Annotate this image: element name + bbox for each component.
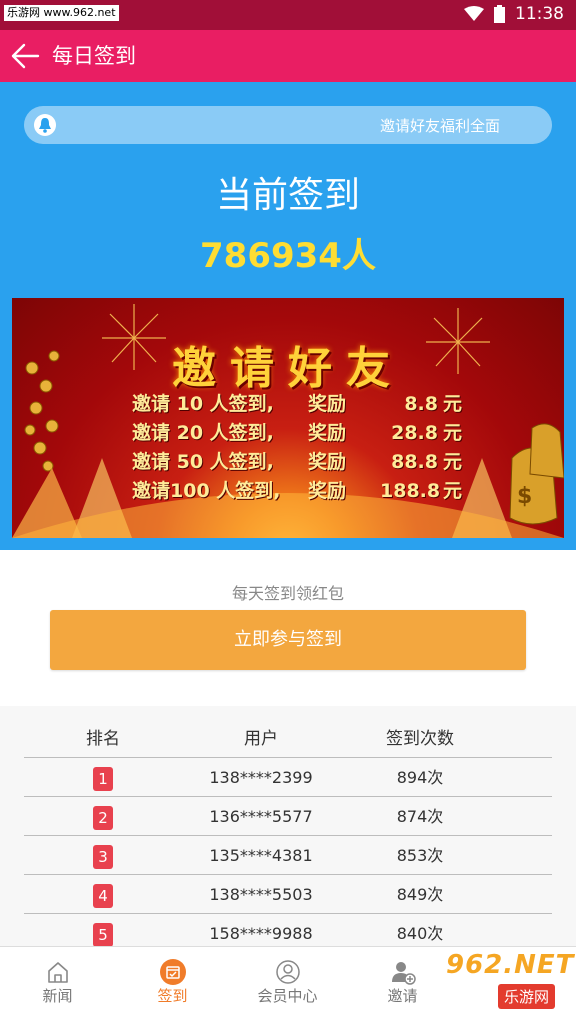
header-user: 用户: [244, 729, 278, 749]
invite-banner[interactable]: $ 邀请好友 邀请 10 人签到, 奖励 8.8 元 邀请 20 人签到, 奖励 28.8…: [12, 298, 564, 538]
calendar-check-icon: [160, 959, 186, 985]
table-row: 3 135****4381 853次: [24, 835, 552, 875]
reward-row: 邀请 50 人签到, 奖励 88.8 元: [132, 451, 462, 473]
rank-badge: 5: [93, 922, 113, 946]
header-count: 签到次数: [386, 729, 454, 749]
reward-list: 邀请 10 人签到, 奖励 8.8 元 邀请 20 人签到, 奖励 28.8 元 邀请 50…: [132, 390, 462, 506]
user-phone: 136****5577: [209, 807, 313, 826]
notice-bar[interactable]: 邀请好友福利全面: [24, 106, 552, 144]
add-user-icon: [392, 962, 416, 985]
checkin-times: 874次: [396, 807, 444, 826]
watermark-logo: 乐游网 www.962.net: [4, 5, 119, 21]
ranking-table: 排名 用户 签到次数 1 138****2399 894次 2 136****5…: [0, 706, 576, 946]
reward-row: 邀请 10 人签到, 奖励 8.8 元: [132, 393, 462, 415]
home-icon: [48, 962, 68, 983]
notice-text: 邀请好友福利全面: [380, 117, 501, 135]
user-phone: 135****4381: [209, 846, 313, 865]
battery-icon: [494, 5, 505, 23]
tab-invite[interactable]: 邀请: [345, 947, 460, 1024]
rank-badge: 4: [93, 883, 113, 908]
status-bar: 乐游网 www.962.net 11:38: [0, 0, 576, 30]
rank-badge: 1: [93, 766, 113, 791]
user-circle-icon: [276, 960, 300, 984]
checkin-times: 853次: [396, 846, 444, 865]
tab-label: 邀请: [387, 987, 418, 1005]
reward-row: 邀请100 人签到, 奖励 188.8 元: [132, 480, 462, 502]
table-row: 2 136****5577 874次: [24, 796, 552, 836]
ranking-header: 排名 用户 签到次数: [0, 706, 576, 758]
table-row: 1 138****2399 894次: [24, 757, 552, 797]
svg-text:$: $: [517, 484, 532, 509]
watermark-logo-bottom: 962.NET 乐游网: [446, 950, 575, 1020]
table-row: 4 138****5503 849次: [24, 874, 552, 914]
tab-label: 新闻: [42, 987, 73, 1005]
status-time: 11:38: [515, 4, 564, 24]
table-row: 5 158****9988 840次: [24, 913, 552, 946]
page-title: 每日签到: [52, 44, 136, 68]
reward-row: 邀请 20 人签到, 奖励 28.8 元: [132, 422, 462, 444]
status-icons: 11:38: [464, 4, 564, 24]
tab-member-center[interactable]: 会员中心: [230, 947, 345, 1024]
watermark-number: 962.NET: [446, 950, 575, 980]
wifi-icon: [464, 6, 484, 21]
bell-icon: [34, 114, 56, 136]
checkin-times: 849次: [396, 885, 444, 904]
rank-badge: 3: [93, 844, 113, 869]
join-checkin-button[interactable]: 立即参与签到: [50, 610, 526, 670]
banner-title: 邀请好友: [172, 343, 404, 394]
user-phone: 138****2399: [209, 768, 313, 787]
checkin-title: 当前签到: [215, 175, 360, 216]
tab-label: 会员中心: [257, 987, 318, 1005]
checkin-times: 840次: [396, 924, 444, 943]
rank-badge: 2: [93, 805, 113, 830]
tab-checkin[interactable]: 签到: [115, 947, 230, 1024]
tab-label: 签到: [157, 987, 188, 1005]
app-bar: 每日签到: [0, 30, 576, 82]
checkin-times: 894次: [396, 768, 444, 787]
checkin-hero: 邀请好友福利全面 当前签到 786934人 $ 邀请好友 邀请 10 人签到, …: [0, 82, 576, 550]
header-rank: 排名: [86, 729, 120, 749]
checkin-subtitle: 每天签到领红包: [231, 584, 344, 603]
tab-news[interactable]: 新闻: [0, 947, 115, 1024]
watermark-site: 乐游网: [498, 984, 556, 1009]
checkin-count: 786934人: [200, 236, 376, 276]
user-phone: 138****5503: [209, 885, 313, 904]
arrow-left-icon[interactable]: [10, 42, 40, 70]
user-phone: 158****9988: [209, 924, 313, 943]
